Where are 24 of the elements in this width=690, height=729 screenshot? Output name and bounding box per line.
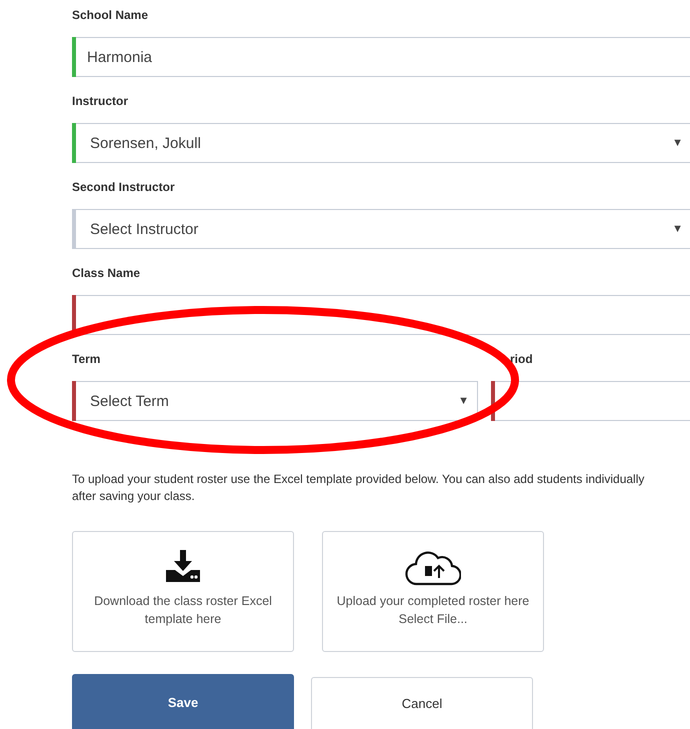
cancel-button[interactable]: Cancel [311, 677, 533, 729]
upload-card[interactable]: Upload your completed roster here Select File... [322, 531, 544, 652]
dropdown-arrow-icon[interactable]: ▼ [672, 223, 683, 235]
field-label: School Name [72, 8, 148, 23]
dropdown-arrow-icon[interactable]: ▼ [672, 137, 683, 149]
dropdown-arrow-icon[interactable]: ▼ [458, 395, 469, 407]
save-button[interactable]: Save [72, 674, 294, 729]
select-field[interactable]: Sorensen, Jokull ▼ [72, 123, 690, 163]
cloud-upload-icon [405, 550, 461, 586]
select-field[interactable]: Select Instructor ▼ [72, 209, 690, 249]
download-icon [165, 550, 201, 584]
input-field[interactable]: Harmonia [72, 37, 690, 77]
select-field[interactable]: Select Term ▼ [72, 381, 478, 421]
select-file-link[interactable]: Select File... [398, 610, 468, 628]
field-label: Term [72, 352, 100, 367]
download-card[interactable]: Download the class roster Excel template here [72, 531, 294, 652]
card-text: Upload your completed roster here [336, 593, 530, 610]
field-label: Class Name [72, 266, 140, 281]
field-label: riod [510, 352, 533, 367]
card-text: Download the class roster Excel template here [93, 593, 273, 628]
input-field[interactable] [491, 381, 690, 421]
field-label: Instructor [72, 94, 128, 109]
field-label: Second Instructor [72, 180, 175, 195]
instructions-text: To upload your student roster use the Excel template provided below. You can also add students individually after saving your class. [72, 471, 646, 505]
